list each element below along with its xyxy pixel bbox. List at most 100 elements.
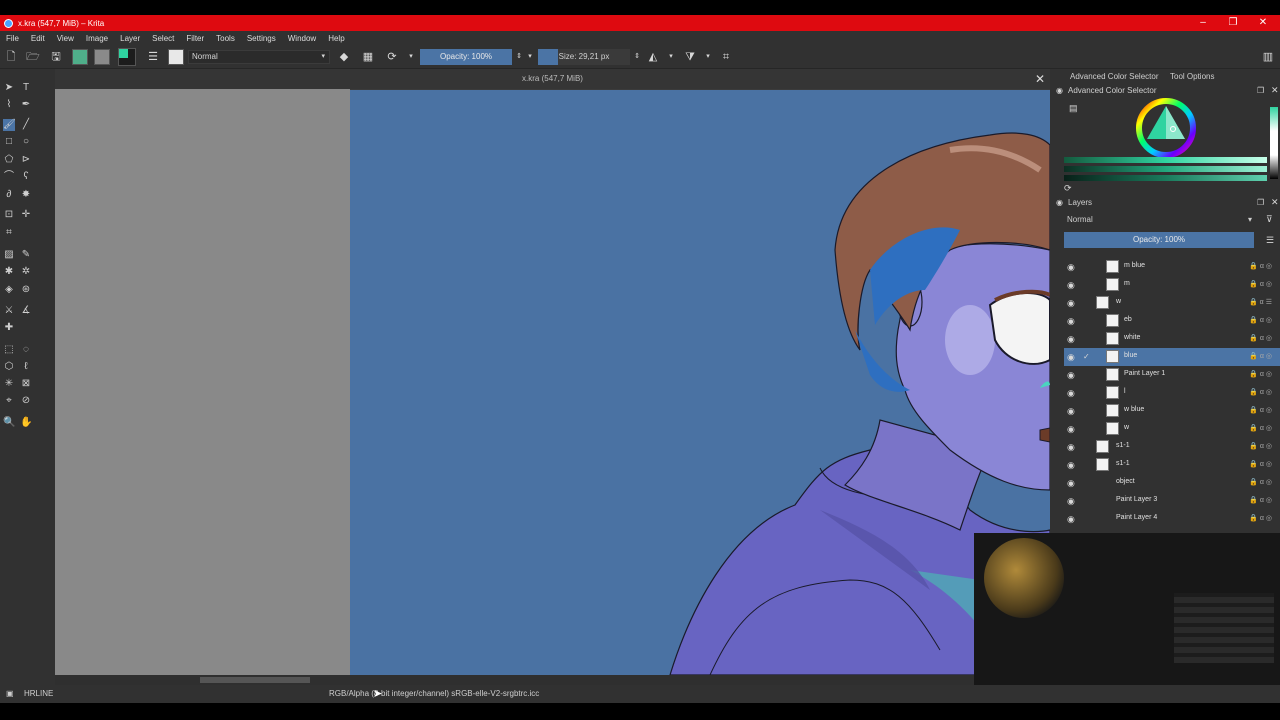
layer-blend-mode-select[interactable]: Normal ▾ [1064, 214, 1254, 226]
crop-icon[interactable]: ⌗ [3, 227, 15, 239]
visibility-eye-icon[interactable]: ◉ [1067, 406, 1077, 416]
layer-row[interactable]: ◉ Paint Layer 1 🔒α◎ [1064, 366, 1280, 384]
visibility-eye-icon[interactable]: ◉ [1067, 514, 1077, 524]
visibility-eye-icon[interactable]: ◉ [1067, 280, 1077, 290]
visibility-eye-icon[interactable]: ◉ [1067, 334, 1077, 344]
fill-icon[interactable]: ◈ [3, 284, 15, 296]
wrap-around-icon[interactable]: ⌗ [719, 50, 733, 64]
gradient-swatch[interactable] [72, 49, 88, 65]
visibility-eye-icon[interactable]: ◉ [1067, 442, 1077, 452]
layer-row[interactable]: ◉ l 🔒α◎ [1064, 384, 1280, 402]
shade-bar-3[interactable] [1064, 175, 1267, 181]
multibrush-icon[interactable]: ✸ [20, 189, 32, 201]
visibility-eye-icon[interactable]: ◉ [1067, 478, 1077, 488]
brush-settings-icon[interactable]: ☰ [146, 50, 160, 64]
preserve-alpha-icon[interactable]: ▦ [361, 50, 375, 64]
enclose-fill-icon[interactable]: ⊛ [20, 284, 32, 296]
menu-window[interactable]: Window [288, 34, 316, 43]
rectangle-tool-icon[interactable]: □ [3, 136, 15, 148]
color-selector-settings-icon[interactable]: ▤ [1069, 103, 1078, 114]
minimize-button[interactable]: – [1188, 15, 1218, 31]
text-tool-icon[interactable]: T [20, 82, 32, 94]
freehand-path-icon[interactable]: ʕ [20, 171, 32, 183]
select-shapes-icon[interactable]: ➤ [3, 82, 15, 94]
layer-row[interactable]: ◉ white 🔒α◎ [1064, 330, 1280, 348]
color-wheel[interactable] [1135, 97, 1197, 159]
size-slider[interactable]: Size: 29,21 px [538, 49, 630, 65]
visibility-eye-icon[interactable]: ◉ [1067, 460, 1077, 470]
layer-properties-icons[interactable]: 🔒α◎ [1249, 460, 1274, 468]
fg-bg-color-selector[interactable] [118, 48, 136, 66]
reference-images-icon[interactable]: ✚ [3, 322, 15, 334]
shade-bar-1[interactable] [1064, 157, 1267, 163]
tab-tool-options[interactable]: Tool Options [1170, 72, 1214, 81]
visibility-eye-icon[interactable]: ◉ [1067, 496, 1077, 506]
visibility-eye-icon[interactable]: ◉ [1067, 370, 1077, 380]
ellipse-select-icon[interactable]: ◌ [20, 344, 32, 356]
scrollbar-thumb[interactable] [200, 677, 310, 683]
menu-help[interactable]: Help [328, 34, 344, 43]
drawing-canvas[interactable] [350, 90, 1050, 675]
shade-bar-2[interactable] [1064, 166, 1267, 172]
layer-row[interactable]: ◉ Paint Layer 4 🔒α◎ [1064, 510, 1280, 528]
layer-row[interactable]: ◉ s1-1 🔒α◎ [1064, 438, 1280, 456]
layer-row[interactable]: ◉ m 🔒α◎ [1064, 276, 1280, 294]
layer-properties-icons[interactable]: 🔒α◎ [1249, 514, 1274, 522]
layer-properties-icons[interactable]: 🔒α◎ [1249, 424, 1274, 432]
layer-opacity-slider[interactable]: Opacity: 100% [1064, 232, 1254, 248]
polygon-tool-icon[interactable]: ⬠ [3, 154, 15, 166]
edit-shapes-icon[interactable]: ⌇ [3, 99, 15, 111]
menu-select[interactable]: Select [152, 34, 174, 43]
similar-select-icon[interactable]: ⊠ [20, 378, 32, 390]
dynamic-brush-icon[interactable]: ∂ [3, 189, 15, 201]
size-spin-icon[interactable]: ⇕ [630, 50, 644, 64]
magnetic-select-icon[interactable]: ⊘ [20, 395, 32, 407]
polyline-tool-icon[interactable]: ⊳ [20, 154, 32, 166]
float-panel-icon[interactable]: ❐ [1257, 198, 1264, 207]
freehand-brush-icon[interactable]: 🖌 [3, 119, 16, 131]
gradient-icon[interactable]: ▨ [3, 249, 15, 261]
visibility-eye-icon[interactable]: ◉ [1067, 424, 1077, 434]
document-tab[interactable]: x.kra (547,7 MiB) ✕ [55, 69, 1050, 89]
workspace-icon[interactable]: ▥ [1261, 50, 1275, 64]
refresh-icon[interactable]: ⟳ [1064, 183, 1072, 194]
layer-properties-icons[interactable]: 🔒α◎ [1249, 334, 1274, 342]
layer-properties-icons[interactable]: 🔒α◎ [1249, 406, 1274, 414]
menu-settings[interactable]: Settings [247, 34, 276, 43]
reload-preset-icon[interactable]: ⟳ [385, 50, 399, 64]
menu-filter[interactable]: Filter [186, 34, 204, 43]
menu-file[interactable]: File [6, 34, 19, 43]
save-icon[interactable]: 🖫 [49, 50, 63, 64]
polygon-select-icon[interactable]: ⬡ [3, 361, 15, 373]
layer-properties-icons[interactable]: 🔒α◎ [1249, 262, 1274, 270]
eraser-icon[interactable]: ◆ [337, 50, 351, 64]
bezier-tool-icon[interactable]: ⌒ [3, 171, 15, 183]
bezier-select-icon[interactable]: ⌖ [3, 395, 15, 407]
mirror-horizontal-icon[interactable]: ◭ [646, 50, 660, 64]
rect-select-icon[interactable]: ⬚ [3, 344, 15, 356]
menu-tools[interactable]: Tools [216, 34, 235, 43]
panel-lock-icon[interactable]: ◉ [1056, 198, 1063, 207]
filter-icon[interactable]: ⊽ [1266, 214, 1273, 225]
layer-properties-icons[interactable]: 🔒α☰ [1249, 298, 1274, 306]
transform-icon[interactable]: ⊡ [3, 209, 15, 221]
layer-properties-icons[interactable]: 🔒α◎ [1249, 370, 1274, 378]
visibility-eye-icon[interactable]: ◉ [1067, 316, 1077, 326]
menu-view[interactable]: View [57, 34, 74, 43]
layer-properties-icons[interactable]: 🔒α◎ [1249, 442, 1274, 450]
smart-patch-icon[interactable]: ✱ [3, 266, 15, 278]
layer-properties-icons[interactable]: 🔒α◎ [1249, 280, 1274, 288]
layer-row[interactable]: ◉ w blue 🔒α◎ [1064, 402, 1280, 420]
layer-row-selected[interactable]: ◉ ✓ blue 🔒α◎ [1064, 348, 1280, 366]
layer-properties-icons[interactable]: 🔒α◎ [1249, 478, 1274, 486]
move-icon[interactable]: ✛ [20, 209, 32, 221]
menu-image[interactable]: Image [86, 34, 108, 43]
opacity-slider[interactable]: Opacity: 100% [420, 49, 512, 65]
layer-row[interactable]: ◉ eb 🔒α◎ [1064, 312, 1280, 330]
zoom-icon[interactable]: 🔍 [3, 417, 15, 429]
layer-properties-icons[interactable]: 🔒α◎ [1249, 352, 1274, 360]
calligraphy-icon[interactable]: ✒ [20, 99, 32, 111]
pattern-swatch[interactable] [94, 49, 110, 65]
open-document-icon[interactable]: 🗁 [26, 50, 40, 64]
assistant-tool-icon[interactable]: ⚔ [3, 305, 15, 317]
